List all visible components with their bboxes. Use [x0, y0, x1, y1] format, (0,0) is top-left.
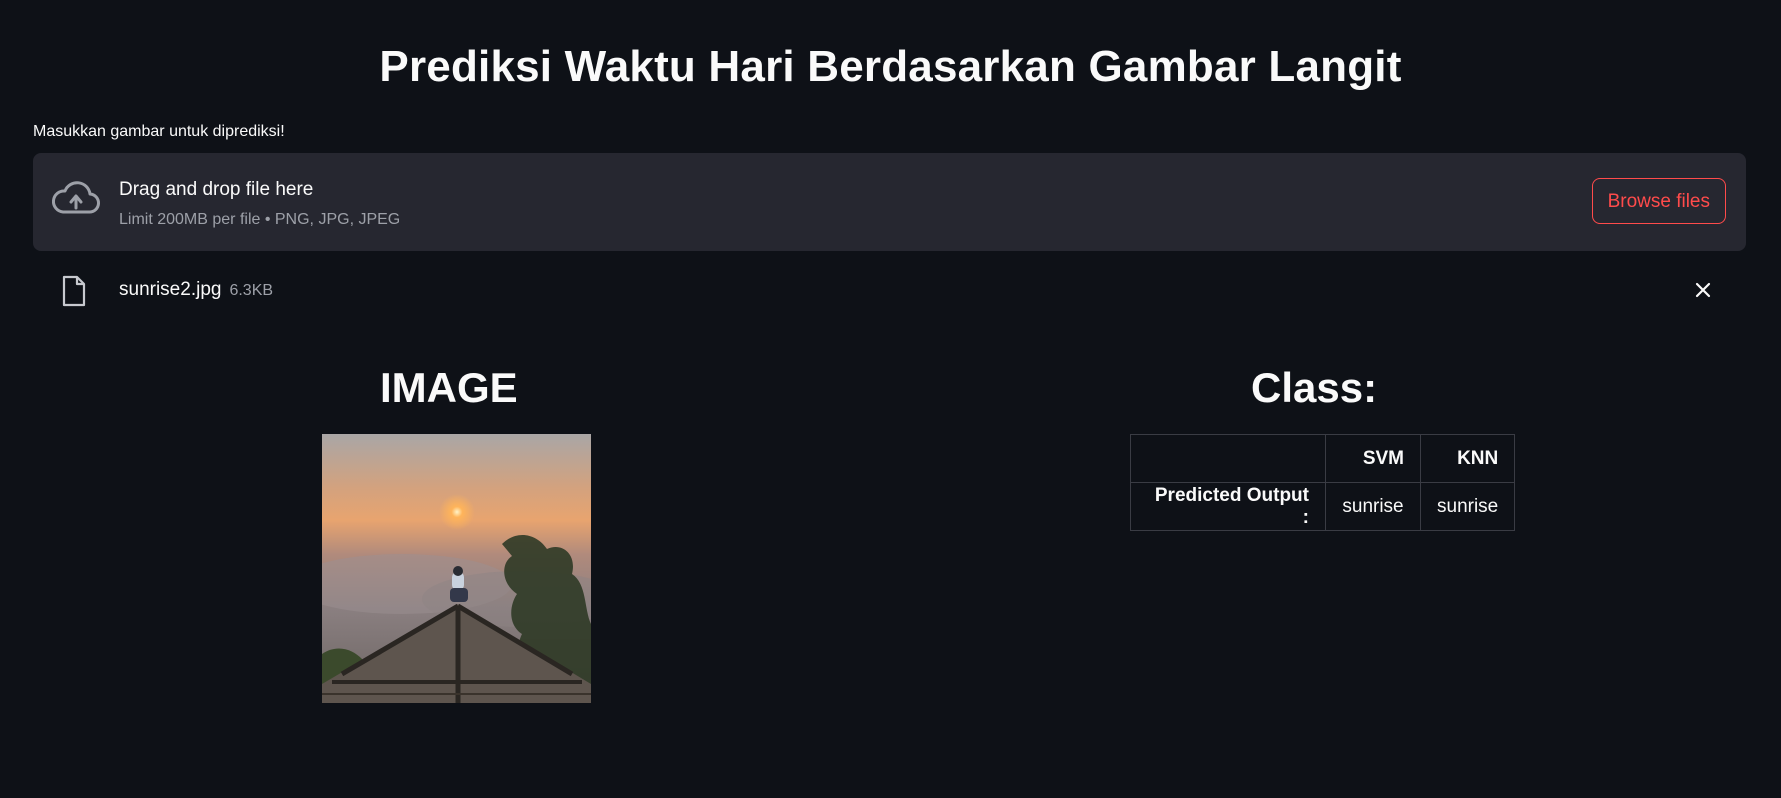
class-heading: Class: — [1251, 364, 1378, 411]
image-heading: IMAGE — [380, 364, 518, 411]
close-icon[interactable] — [1693, 280, 1713, 300]
uploaded-file-row: sunrise2.jpg 6.3KB — [33, 270, 1746, 310]
uploader-label: Masukkan gambar untuk diprediksi! — [33, 123, 285, 140]
app-page: Prediksi Waktu Hari Berdasarkan Gambar L… — [0, 0, 1781, 798]
file-icon — [62, 275, 86, 307]
table-header-row: SVM KNN — [1130, 434, 1516, 483]
table-corner-header — [1130, 434, 1326, 483]
uploaded-sky-image — [322, 434, 591, 703]
dropzone-limit-text: Limit 200MB per file • PNG, JPG, JPEG — [119, 211, 401, 228]
table-row: Predicted Output : sunrise sunrise — [1130, 482, 1516, 531]
file-dropzone[interactable]: Drag and drop file here Limit 200MB per … — [33, 153, 1746, 251]
row-header-predicted-output: Predicted Output : — [1130, 482, 1326, 531]
knn-prediction-cell: sunrise — [1419, 482, 1516, 531]
column-header-knn: KNN — [1419, 434, 1516, 483]
page-title: Prediksi Waktu Hari Berdasarkan Gambar L… — [379, 42, 1402, 91]
browse-files-button[interactable]: Browse files — [1591, 178, 1726, 224]
prediction-table: SVM KNN Predicted Output : sunrise sunri… — [1130, 434, 1516, 531]
file-size: 6.3KB — [229, 282, 274, 299]
file-name-text: sunrise2.jpg — [119, 279, 222, 300]
uploaded-file-name: sunrise2.jpg 6.3KB — [119, 279, 273, 301]
column-header-svm: SVM — [1325, 434, 1421, 483]
cloud-upload-icon — [51, 181, 100, 214]
svm-prediction-cell: sunrise — [1325, 482, 1421, 531]
dropzone-title: Drag and drop file here — [119, 179, 314, 200]
